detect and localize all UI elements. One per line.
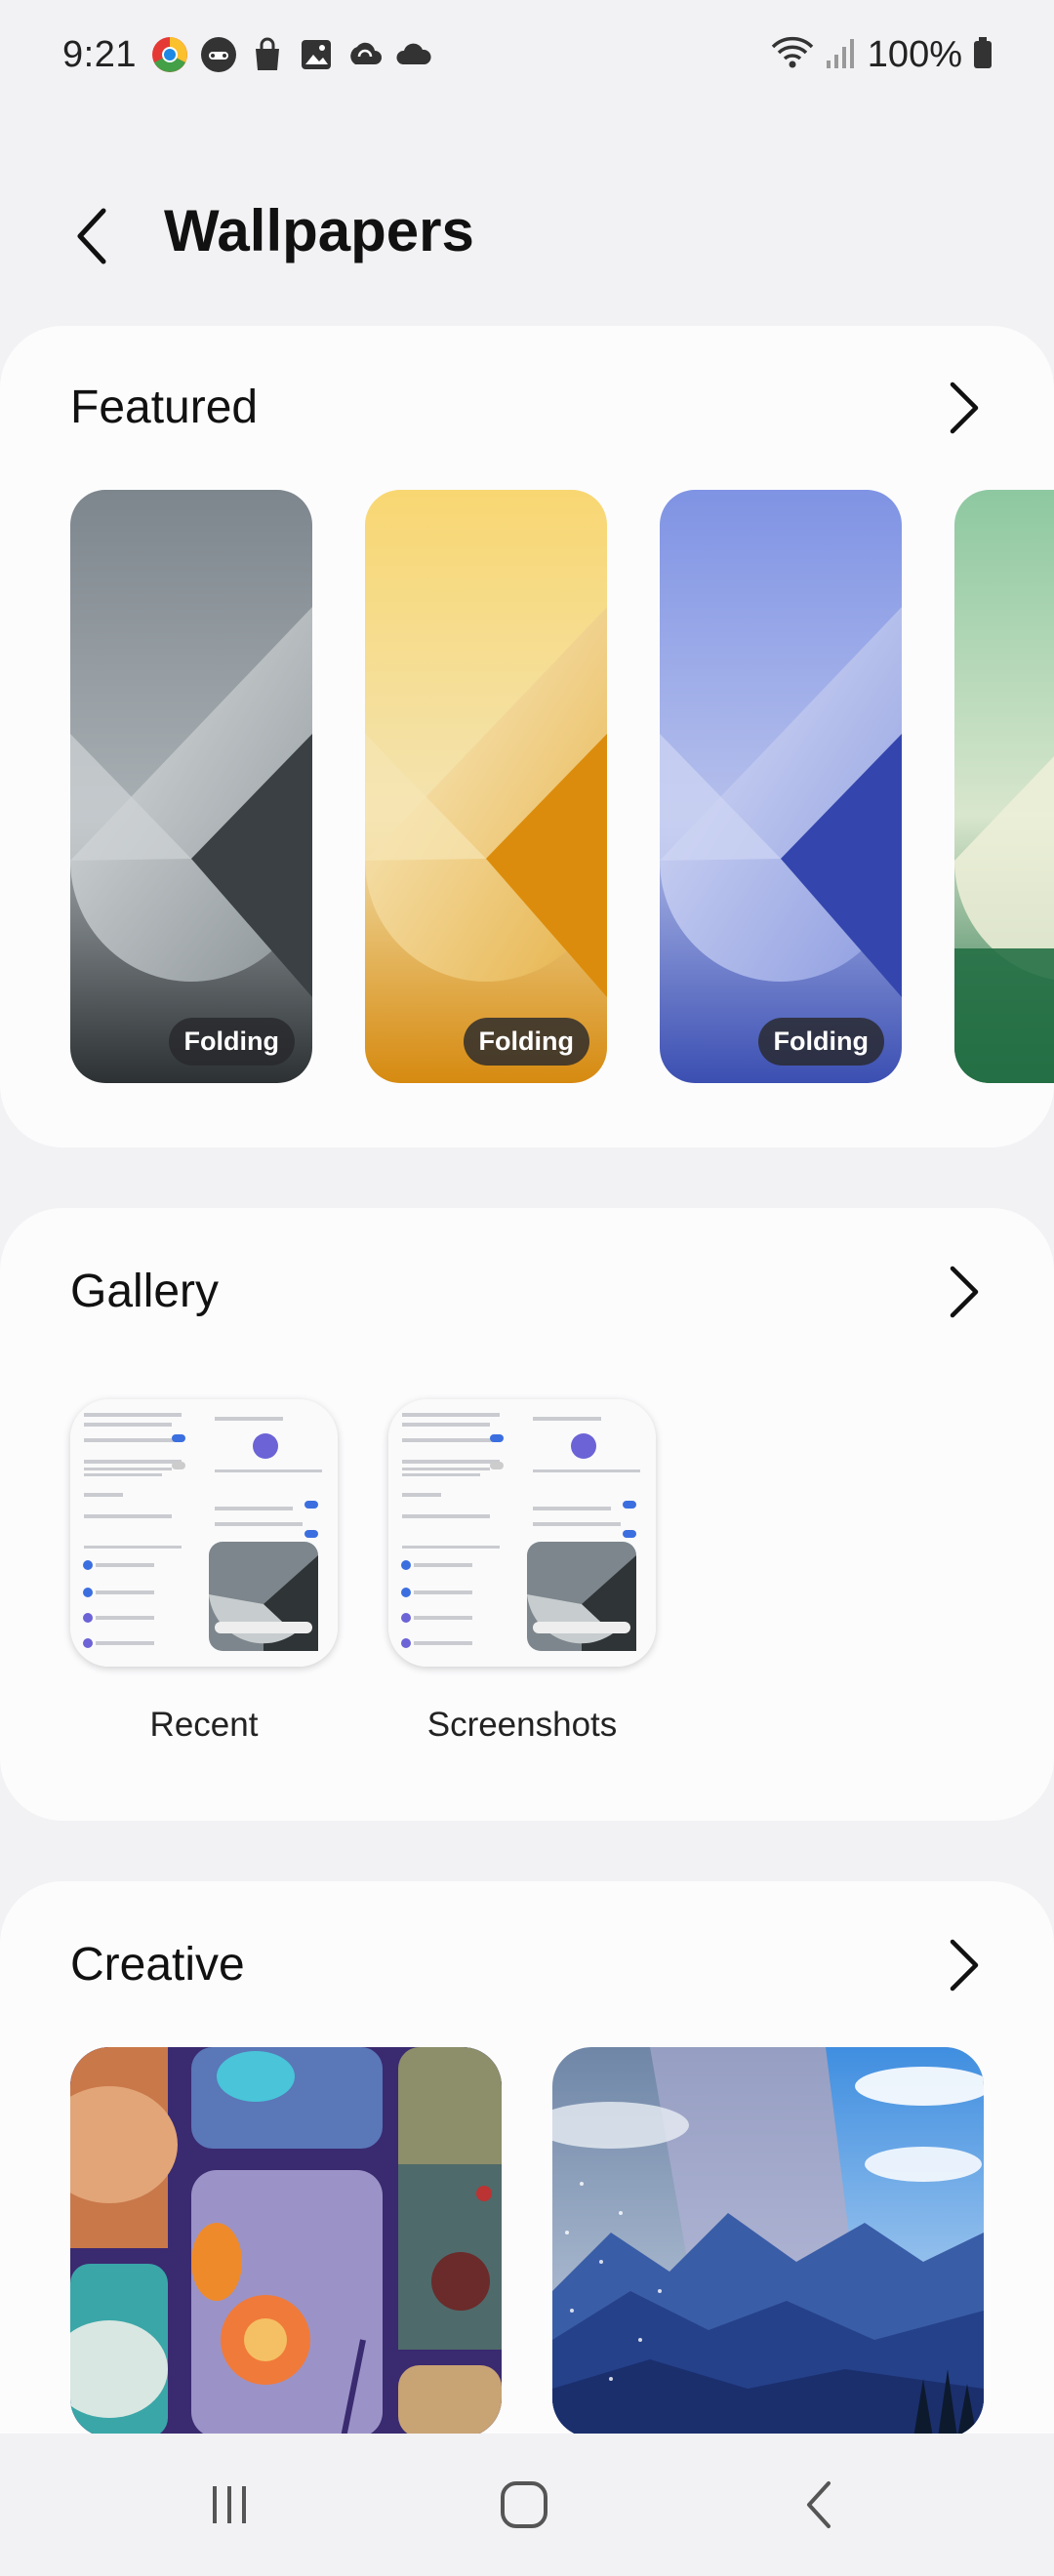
bag-icon [248, 35, 287, 74]
gallery-label-recent: Recent [149, 1706, 259, 1744]
featured-wallpaper-4[interactable] [954, 490, 1054, 1083]
navigation-bar [0, 2434, 1054, 2576]
creative-more-button[interactable] [937, 1938, 992, 1992]
collage-image [70, 2047, 502, 2437]
gallery-label-screenshots: Screenshots [426, 1706, 618, 1744]
creative-section: Creative [0, 1881, 1054, 2506]
home-icon [501, 2481, 547, 2528]
chrome-icon [150, 35, 189, 74]
status-bar: 9:21 100% [0, 0, 1054, 109]
battery-icon [972, 33, 993, 77]
gallery-album-recent[interactable] [70, 1399, 338, 1667]
wifi-icon [770, 33, 815, 77]
screenshot-preview-image [70, 1399, 338, 1667]
gallery-section: Gallery Recent Screenshots [0, 1208, 1054, 1821]
creative-title[interactable]: Creative [70, 1938, 245, 1992]
nav-back-button[interactable] [785, 2471, 853, 2539]
featured-wallpaper-3[interactable]: Folding [660, 490, 902, 1083]
cloud-icon [394, 35, 433, 74]
header: Wallpapers [0, 185, 1054, 283]
status-time: 9:21 [62, 33, 137, 75]
recents-button[interactable] [195, 2471, 264, 2539]
signal-icon [825, 33, 858, 77]
battery-level: 100% [867, 33, 962, 75]
featured-wallpaper-1[interactable]: Folding [70, 490, 312, 1083]
featured-wallpaper-2[interactable]: Folding [365, 490, 607, 1083]
home-button[interactable] [490, 2471, 558, 2539]
featured-section: Featured Folding Folding Folding [0, 326, 1054, 1147]
folding-badge: Folding [463, 1018, 589, 1066]
chevron-right-icon [950, 382, 979, 434]
gallery-album-screenshots[interactable] [388, 1399, 656, 1667]
back-icon [807, 2481, 831, 2528]
gallery-title[interactable]: Gallery [70, 1265, 219, 1318]
folding-badge: Folding [757, 1018, 884, 1066]
game-icon [199, 35, 238, 74]
folding-badge: Folding [168, 1018, 295, 1066]
featured-more-button[interactable] [937, 381, 992, 435]
page-title: Wallpapers [164, 198, 474, 263]
gallery-more-button[interactable] [937, 1265, 992, 1319]
screenshot-preview-image [388, 1399, 656, 1667]
back-arrow-icon [77, 208, 106, 264]
creative-wallpaper-collage[interactable] [70, 2047, 502, 2437]
chevron-right-icon [950, 1939, 979, 1992]
sync-icon [345, 35, 385, 74]
gallery-icon [297, 35, 336, 74]
back-button[interactable] [59, 201, 129, 271]
creative-wallpaper-mountains[interactable] [552, 2047, 984, 2437]
recents-icon [213, 2486, 246, 2523]
featured-title[interactable]: Featured [70, 381, 258, 434]
mountains-image [552, 2047, 984, 2437]
chevron-right-icon [950, 1266, 979, 1318]
